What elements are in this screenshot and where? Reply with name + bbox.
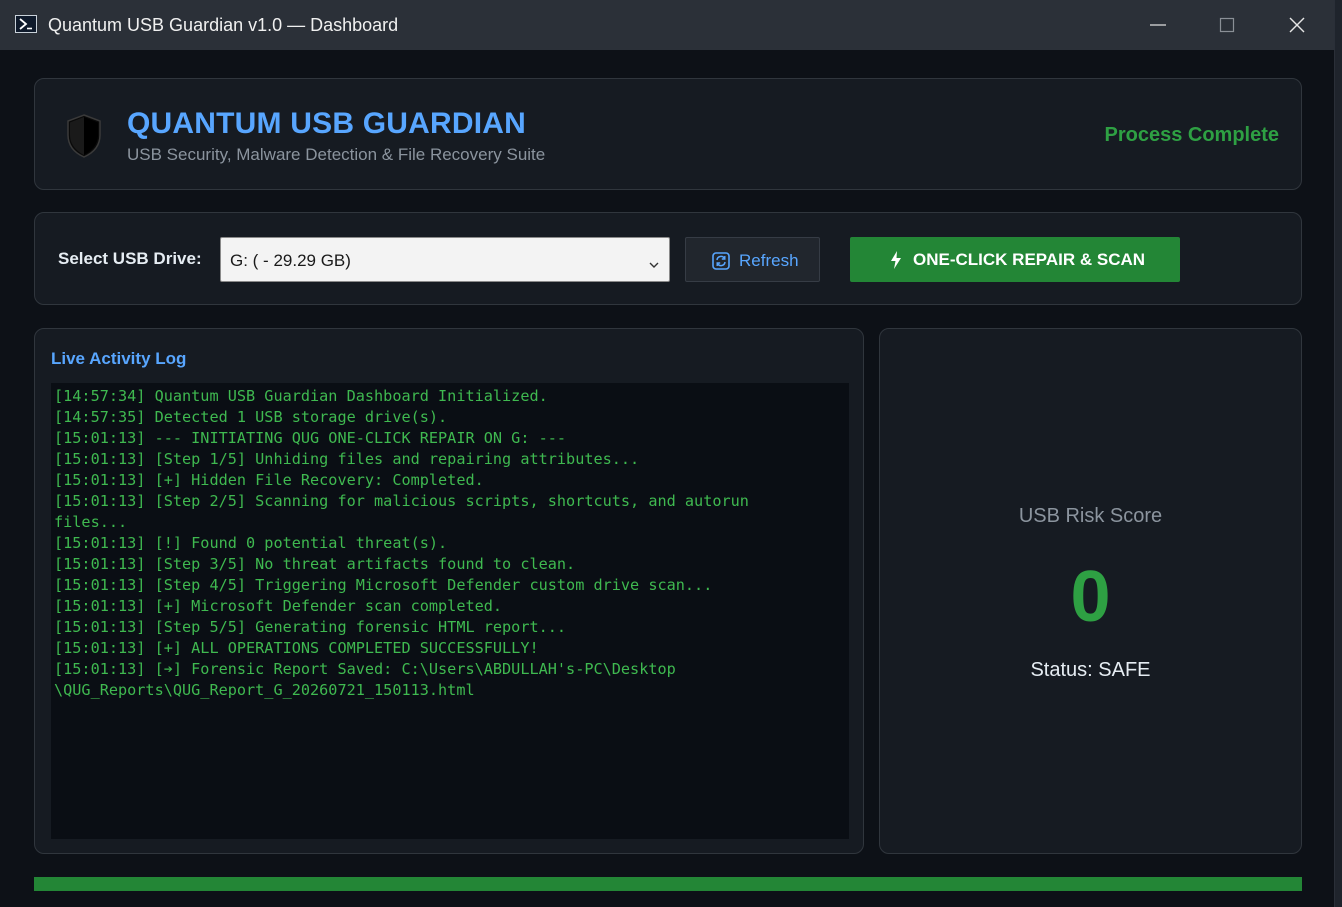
close-icon <box>1289 17 1305 33</box>
log-line: [14:57:34] Quantum USB Guardian Dashboar… <box>54 387 548 405</box>
log-line: [15:01:13] [Step 4/5] Triggering Microso… <box>54 576 713 594</box>
minimize-button[interactable] <box>1123 0 1193 50</box>
risk-score-value: 0 <box>1070 557 1111 637</box>
activity-log-output[interactable]: [14:57:34] Quantum USB Guardian Dashboar… <box>51 383 849 839</box>
maximize-icon <box>1219 17 1235 33</box>
shield-icon <box>65 113 103 164</box>
maximize-button[interactable] <box>1192 0 1262 50</box>
refresh-icon <box>712 252 730 275</box>
app-subtitle: USB Security, Malware Detection & File R… <box>127 145 546 164</box>
activity-log-title: Live Activity Log <box>51 349 187 368</box>
progress-bar <box>34 877 1302 891</box>
log-line: [15:01:13] --- INITIATING QUG ONE-CLICK … <box>54 429 567 447</box>
one-click-repair-button[interactable]: ONE-CLICK REPAIR & SCAN <box>850 237 1180 282</box>
risk-score-card: USB Risk Score 0 Status: SAFE <box>879 328 1302 854</box>
log-line: \QUG_Reports\QUG_Report_G_20260721_15011… <box>54 681 475 699</box>
background-window-edge <box>1334 0 1342 907</box>
header-card: QUANTUM USB GUARDIAN USB Security, Malwa… <box>34 78 1302 190</box>
refresh-button[interactable]: Refresh <box>685 237 820 282</box>
selected-drive-value: G: ( - 29.29 GB) <box>230 251 351 270</box>
repair-label: ONE-CLICK REPAIR & SCAN <box>913 250 1146 269</box>
log-line: [15:01:13] [+] Hidden File Recovery: Com… <box>54 471 484 489</box>
log-line: [15:01:13] [Step 2/5] Scanning for malic… <box>54 492 749 510</box>
log-line: [15:01:13] [Step 1/5] Unhiding files and… <box>54 450 640 468</box>
lightning-icon <box>890 251 902 274</box>
powershell-icon <box>15 15 37 33</box>
minimize-icon <box>1150 24 1166 26</box>
title-bar[interactable]: Quantum USB Guardian v1.0 — Dashboard <box>0 0 1334 50</box>
log-line: [15:01:13] [Step 5/5] Generating forensi… <box>54 618 567 636</box>
log-line: [15:01:13] [+] Microsoft Defender scan c… <box>54 597 503 615</box>
window-title: Quantum USB Guardian v1.0 — Dashboard <box>48 15 399 35</box>
risk-status: Status: SAFE <box>1030 659 1151 681</box>
close-button[interactable] <box>1262 0 1332 50</box>
chevron-down-icon <box>649 256 659 274</box>
activity-log-card: Live Activity Log [14:57:34] Quantum USB… <box>34 328 864 854</box>
progress-fill <box>34 877 1302 891</box>
log-line: [14:57:35] Detected 1 USB storage drive(… <box>54 408 448 426</box>
log-line: [15:01:13] [Step 3/5] No threat artifact… <box>54 555 576 573</box>
log-line: [15:01:13] [!] Found 0 potential threat(… <box>54 534 448 552</box>
controls-card: Select USB Drive: G: ( - 29.29 GB) Refre… <box>34 212 1302 305</box>
log-line: [15:01:13] [➔] Forensic Report Saved: C:… <box>54 660 676 678</box>
usb-drive-select[interactable]: G: ( - 29.29 GB) <box>220 237 670 282</box>
log-line: files... <box>54 513 128 531</box>
app-name: QUANTUM USB GUARDIAN <box>127 107 526 140</box>
risk-score-label: USB Risk Score <box>1018 505 1163 527</box>
refresh-label: Refresh <box>739 251 799 270</box>
drive-select-label: Select USB Drive: <box>58 249 202 268</box>
app-window: Quantum USB Guardian v1.0 — Dashboard QU… <box>0 0 1335 907</box>
log-line: [15:01:13] [+] ALL OPERATIONS COMPLETED … <box>54 639 539 657</box>
process-status: Process Complete <box>1104 124 1279 146</box>
